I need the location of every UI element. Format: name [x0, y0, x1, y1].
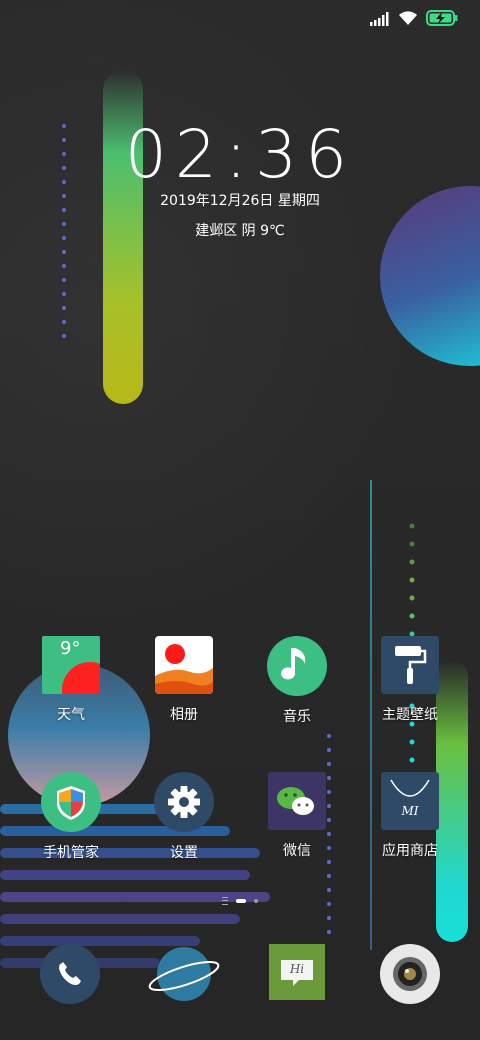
phone-icon [40, 944, 100, 1004]
lockscreen-date: 2019年12月26日 星期四 [160, 193, 320, 209]
app-label: 主题壁纸 [382, 707, 438, 723]
app-themes[interactable]: 主题壁纸 [355, 636, 465, 724]
app-store-bag-icon: MI [381, 772, 439, 830]
page-dot-active [236, 899, 246, 903]
app-music[interactable]: 音乐 [242, 636, 352, 726]
app-label: 微信 [283, 843, 311, 859]
dock-messages[interactable]: Hi [242, 944, 352, 1000]
security-shield-icon [41, 772, 101, 832]
weather-icon-temp: 9° [60, 638, 81, 659]
app-store[interactable]: MI 应用商店 [355, 772, 465, 860]
messages-icon: Hi [269, 944, 325, 1000]
page-dot [254, 899, 258, 903]
settings-gear-icon [154, 772, 214, 832]
app-label: 音乐 [283, 709, 311, 725]
app-label: 应用商店 [382, 843, 438, 859]
app-settings[interactable]: 设置 [129, 772, 239, 862]
app-weather[interactable]: 9° 天气 [16, 636, 126, 724]
dock-browser[interactable] [129, 944, 239, 1004]
dock-camera[interactable] [355, 944, 465, 1004]
lockscreen-weather[interactable]: 建邺区 阴 9℃ [0, 220, 480, 240]
theme-paint-roller-icon [381, 636, 439, 694]
page-indicator[interactable] [0, 897, 480, 905]
app-gallery[interactable]: 相册 [129, 636, 239, 724]
gallery-icon [155, 636, 213, 694]
app-label: 天气 [57, 707, 85, 723]
page-list-icon [222, 897, 228, 905]
messages-icon-text: Hi [289, 962, 305, 976]
wallpaper-planet-right [380, 186, 480, 366]
signal-bars-icon [370, 11, 390, 30]
store-icon-text: MI [401, 804, 419, 818]
dock-phone[interactable] [15, 944, 125, 1004]
browser-planet-icon [148, 944, 220, 1004]
camera-icon [380, 944, 440, 1004]
app-wechat[interactable]: 微信 [242, 772, 352, 860]
music-icon [267, 636, 327, 696]
app-security[interactable]: 手机管家 [16, 772, 126, 862]
wechat-icon [268, 772, 326, 830]
app-label: 设置 [170, 845, 198, 861]
app-label: 手机管家 [43, 845, 99, 861]
battery-charging-icon [426, 10, 458, 30]
lockscreen-clock[interactable]: 02:36 [0, 116, 480, 193]
app-label: 相册 [170, 707, 198, 723]
status-bar [370, 8, 458, 32]
weather-icon: 9° [42, 636, 100, 694]
wifi-icon [398, 10, 418, 30]
